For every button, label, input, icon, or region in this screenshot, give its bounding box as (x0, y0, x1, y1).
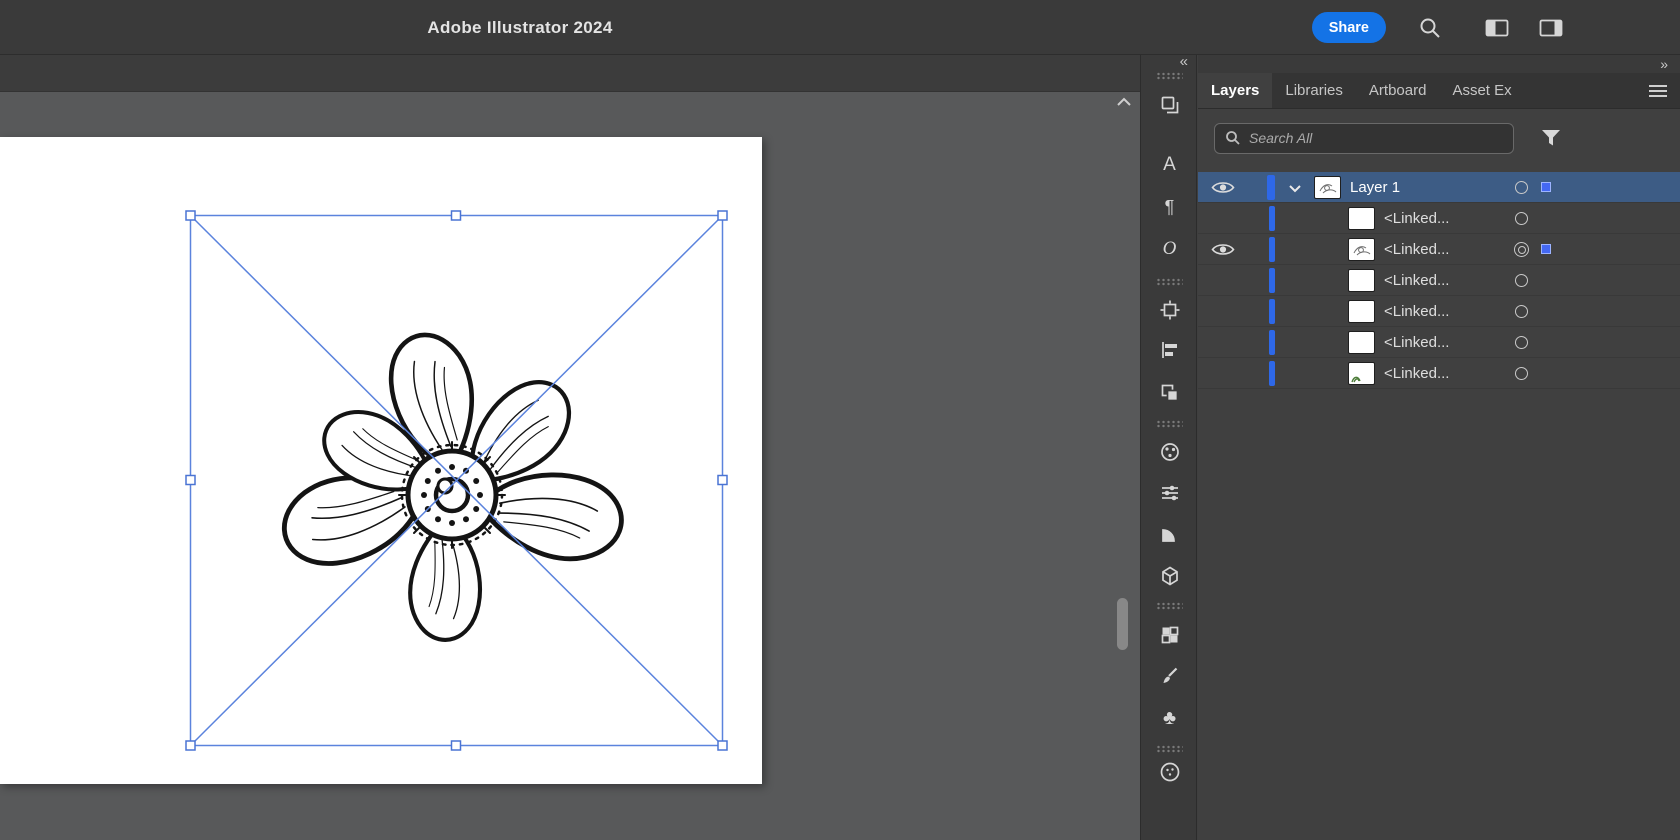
panel-grip[interactable] (1156, 72, 1183, 80)
artboard[interactable] (0, 137, 762, 784)
layer-color-bar (1269, 330, 1275, 355)
layer-thumbnail[interactable] (1314, 176, 1341, 199)
expand-panel-icon[interactable]: » (1660, 56, 1668, 72)
artboards-panel-icon[interactable] (1141, 88, 1198, 122)
title-bar: Adobe Illustrator 2024 Share (0, 0, 1680, 55)
layer-row-linked[interactable]: <Linked... (1198, 327, 1680, 358)
layer-list: Layer 1 <Linked... <Linked... (1198, 172, 1680, 389)
brushes-panel-icon[interactable] (1141, 659, 1198, 693)
3d-materials-panel-icon[interactable] (1141, 559, 1198, 593)
layer-row-linked[interactable]: <Linked... (1198, 358, 1680, 389)
paragraph-panel-icon[interactable]: ¶ (1141, 190, 1198, 224)
layer-thumbnail[interactable] (1348, 300, 1375, 323)
visibility-eye-icon[interactable] (1211, 180, 1235, 195)
share-button[interactable]: Share (1312, 12, 1386, 43)
chevron-down-icon[interactable] (1288, 183, 1302, 193)
search-box[interactable] (1214, 123, 1514, 154)
selected-art-indicator[interactable] (1541, 182, 1551, 192)
adjustments-panel-icon[interactable] (1141, 476, 1198, 510)
panel-grip[interactable] (1156, 745, 1183, 753)
visibility-eye-icon[interactable] (1211, 242, 1235, 257)
workspace-switcher-icon[interactable] (1484, 16, 1508, 40)
layers-panel: » Layers Libraries Artboard Asset Ex (1198, 55, 1680, 840)
layer-thumbnail[interactable] (1348, 362, 1375, 385)
target-circle-targeted[interactable] (1514, 242, 1529, 257)
panel-grip[interactable] (1156, 420, 1183, 428)
layer-name: <Linked... (1384, 334, 1449, 351)
flower-artwork[interactable] (0, 137, 762, 784)
search-icon (1225, 130, 1241, 146)
window-title: Adobe Illustrator 2024 (0, 0, 1040, 55)
layer-name: <Linked... (1384, 241, 1449, 258)
layer-name: <Linked... (1384, 365, 1449, 382)
layer-row-linked[interactable]: <Linked... (1198, 234, 1680, 265)
panel-grip[interactable] (1156, 278, 1183, 286)
layer-color-bar (1269, 206, 1275, 231)
layer-name: <Linked... (1384, 272, 1449, 289)
panel-top-strip: » (1198, 55, 1680, 73)
tab-artboard[interactable]: Artboard (1356, 73, 1440, 108)
search-row (1198, 109, 1680, 167)
align-panel-icon[interactable] (1141, 333, 1198, 367)
layer-thumbnail[interactable] (1348, 269, 1375, 292)
layer-row-linked[interactable]: <Linked... (1198, 265, 1680, 296)
transform-panel-icon[interactable] (1141, 293, 1198, 327)
gradient-panel-icon[interactable] (1141, 517, 1198, 551)
collapse-strip-icon[interactable]: « (1180, 53, 1188, 70)
layer-color-bar (1267, 175, 1275, 200)
panel-tab-bar: Layers Libraries Artboard Asset Ex (1198, 73, 1680, 109)
pathfinder-panel-icon[interactable] (1141, 376, 1198, 410)
canvas-vertical-scrollbar[interactable] (1117, 598, 1128, 650)
layer-color-bar (1269, 361, 1275, 386)
tab-asset-export[interactable]: Asset Ex (1439, 73, 1524, 108)
target-circle[interactable] (1515, 305, 1528, 318)
layer-row-linked[interactable]: <Linked... (1198, 296, 1680, 327)
canvas-area[interactable] (0, 55, 1140, 840)
search-icon[interactable] (1418, 16, 1442, 40)
search-input[interactable] (1249, 130, 1503, 146)
opentype-panel-icon[interactable]: O (1141, 232, 1198, 266)
color-panel-icon[interactable] (1141, 435, 1198, 469)
layer-name: Layer 1 (1350, 179, 1400, 196)
tab-layers[interactable]: Layers (1198, 73, 1272, 108)
tab-libraries[interactable]: Libraries (1272, 73, 1356, 108)
panel-icon-strip: « A ¶ O ♣ (1140, 55, 1197, 840)
target-circle[interactable] (1515, 212, 1528, 225)
panel-grip[interactable] (1156, 602, 1183, 610)
character-panel-icon[interactable]: A (1141, 148, 1198, 182)
control-bar (0, 55, 1140, 92)
layer-color-bar (1269, 268, 1275, 293)
panel-menu-icon[interactable] (1649, 85, 1667, 97)
scroll-up-icon[interactable] (1114, 95, 1134, 109)
layer-row-layer-1[interactable]: Layer 1 (1198, 172, 1680, 203)
target-circle[interactable] (1515, 336, 1528, 349)
hidden-panel-icon[interactable] (1141, 755, 1198, 789)
layer-name: <Linked... (1384, 210, 1449, 227)
layer-color-bar (1269, 237, 1275, 262)
selected-art-indicator[interactable] (1541, 244, 1551, 254)
swatches-panel-icon[interactable] (1141, 618, 1198, 652)
panel-layout-icon[interactable] (1538, 16, 1562, 40)
layer-thumbnail[interactable] (1348, 238, 1375, 261)
target-circle[interactable] (1515, 367, 1528, 380)
target-circle[interactable] (1515, 181, 1528, 194)
target-circle[interactable] (1515, 274, 1528, 287)
layer-thumbnail[interactable] (1348, 331, 1375, 354)
layer-row-linked[interactable]: <Linked... (1198, 203, 1680, 234)
symbols-panel-icon[interactable]: ♣ (1141, 701, 1198, 735)
layer-name: <Linked... (1384, 303, 1449, 320)
layer-thumbnail[interactable] (1348, 207, 1375, 230)
filter-icon[interactable] (1540, 128, 1562, 148)
layer-color-bar (1269, 299, 1275, 324)
